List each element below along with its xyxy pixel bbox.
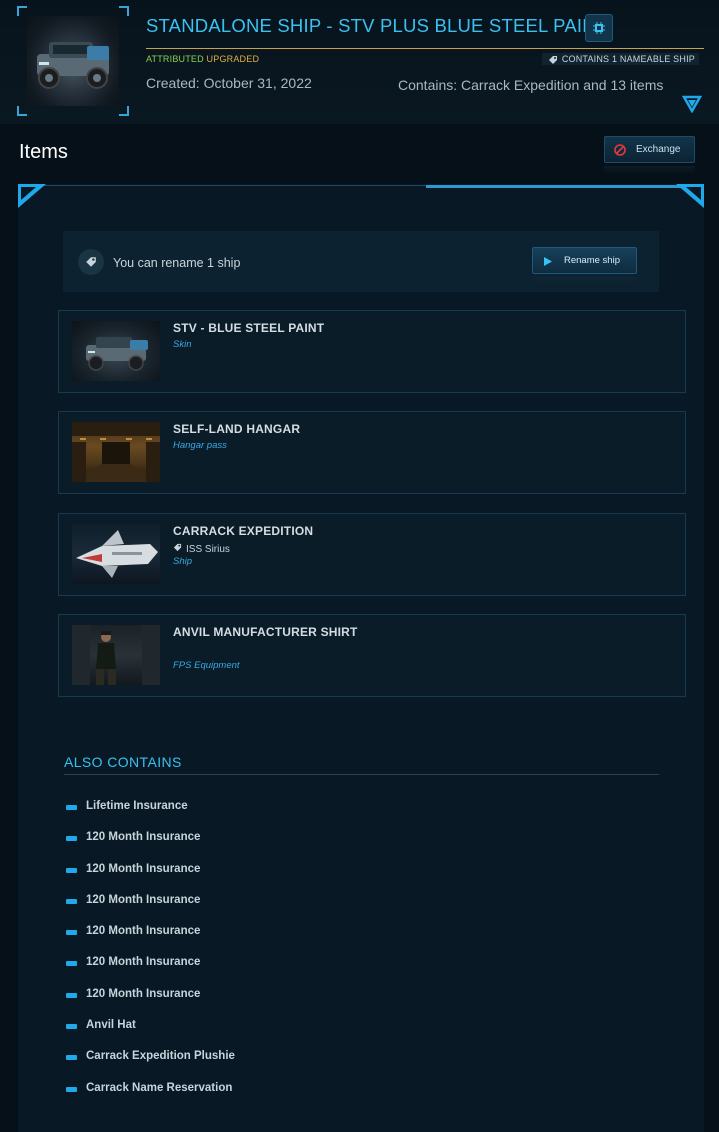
play-icon bbox=[544, 257, 552, 266]
item-type: FPS Equipment bbox=[173, 660, 240, 671]
item-card-carrack[interactable]: CARRACK EXPEDITION ISS Sirius Ship bbox=[58, 513, 686, 596]
item-name: SELF-LAND HANGAR bbox=[173, 422, 301, 436]
bullet-icon bbox=[66, 867, 77, 873]
bullet-icon bbox=[66, 836, 77, 842]
attributed-badge: ATTRIBUTED bbox=[146, 54, 204, 64]
carrack-thumbnail bbox=[72, 524, 160, 584]
list-item: 120 Month Insurance bbox=[66, 894, 235, 925]
stv-paint-thumbnail bbox=[72, 321, 160, 381]
shirt-thumbnail bbox=[72, 625, 160, 685]
list-item: 120 Month Insurance bbox=[66, 831, 235, 862]
tag-icon bbox=[173, 543, 182, 552]
rename-ship-button[interactable]: Rename ship bbox=[532, 247, 637, 274]
bullet-icon bbox=[66, 961, 77, 967]
status-badges: ATTRIBUTED UPGRADED bbox=[146, 54, 259, 64]
bullet-icon bbox=[66, 1086, 77, 1092]
item-type: Skin bbox=[173, 339, 192, 350]
nameable-ship-badge: CONTAINS 1 NAMEABLE SHIP bbox=[541, 53, 699, 65]
list-item: 120 Month Insurance bbox=[66, 988, 235, 1019]
item-type: Ship bbox=[173, 556, 193, 567]
panel-corner-left bbox=[18, 184, 46, 208]
bullet-icon bbox=[66, 1055, 77, 1061]
item-name: CARRACK EXPEDITION bbox=[173, 524, 314, 538]
pledge-thumbnail-frame bbox=[17, 6, 129, 116]
panel-top-glow bbox=[426, 185, 688, 188]
also-contains-heading: ALSO CONTAINS bbox=[64, 754, 182, 770]
list-item: 120 Month Insurance bbox=[66, 863, 235, 894]
expand-arrow-icon[interactable] bbox=[682, 95, 702, 113]
rename-notice-text: You can rename 1 ship bbox=[113, 256, 241, 270]
exchange-button-shadow bbox=[604, 166, 695, 174]
item-card-stv-paint[interactable]: STV - BLUE STEEL PAINT Skin bbox=[58, 310, 686, 393]
bullet-icon bbox=[66, 1024, 77, 1030]
stv-vehicle-image bbox=[27, 16, 119, 106]
title-divider bbox=[146, 48, 704, 49]
bullet-icon bbox=[66, 930, 77, 936]
tag-icon bbox=[78, 249, 104, 275]
ship-custom-name: ISS Sirius bbox=[173, 543, 230, 555]
tag-icon bbox=[548, 56, 557, 64]
exchange-button[interactable]: Exchange bbox=[604, 136, 695, 163]
list-item: Anvil Hat bbox=[66, 1019, 235, 1050]
created-date: Created: October 31, 2022 bbox=[146, 75, 312, 91]
also-contains-list: Lifetime Insurance 120 Month Insurance 1… bbox=[66, 800, 235, 1113]
bullet-icon bbox=[66, 992, 77, 998]
item-type: Hangar pass bbox=[173, 440, 227, 451]
exchange-icon bbox=[614, 144, 626, 156]
list-item: Lifetime Insurance bbox=[66, 800, 235, 831]
bullet-icon bbox=[66, 898, 77, 904]
list-item: 120 Month Insurance bbox=[66, 956, 235, 987]
rename-button-shadow bbox=[532, 277, 637, 283]
pledge-title: STANDALONE SHIP - STV PLUS BLUE STEEL PA… bbox=[146, 15, 608, 36]
item-name: STV - BLUE STEEL PAINT bbox=[173, 321, 325, 335]
bullet-icon bbox=[66, 805, 77, 810]
chip-icon bbox=[585, 14, 613, 42]
panel-corner-right bbox=[676, 184, 704, 208]
upgraded-badge: UPGRADED bbox=[206, 54, 260, 64]
items-heading: Items bbox=[19, 141, 68, 163]
list-item: Carrack Name Reservation bbox=[66, 1082, 235, 1113]
item-card-hangar[interactable]: SELF-LAND HANGAR Hangar pass bbox=[58, 411, 686, 494]
hangar-thumbnail bbox=[72, 422, 160, 482]
contains-summary: Contains: Carrack Expedition and 13 item… bbox=[398, 77, 664, 93]
pledge-header: STANDALONE SHIP - STV PLUS BLUE STEEL PA… bbox=[0, 0, 719, 124]
also-contains-divider bbox=[64, 774, 659, 775]
list-item: Carrack Expedition Plushie bbox=[66, 1050, 235, 1081]
item-name: ANVIL MANUFACTURER SHIRT bbox=[173, 625, 358, 639]
item-card-shirt[interactable]: ANVIL MANUFACTURER SHIRT FPS Equipment bbox=[58, 614, 686, 697]
list-item: 120 Month Insurance bbox=[66, 925, 235, 956]
